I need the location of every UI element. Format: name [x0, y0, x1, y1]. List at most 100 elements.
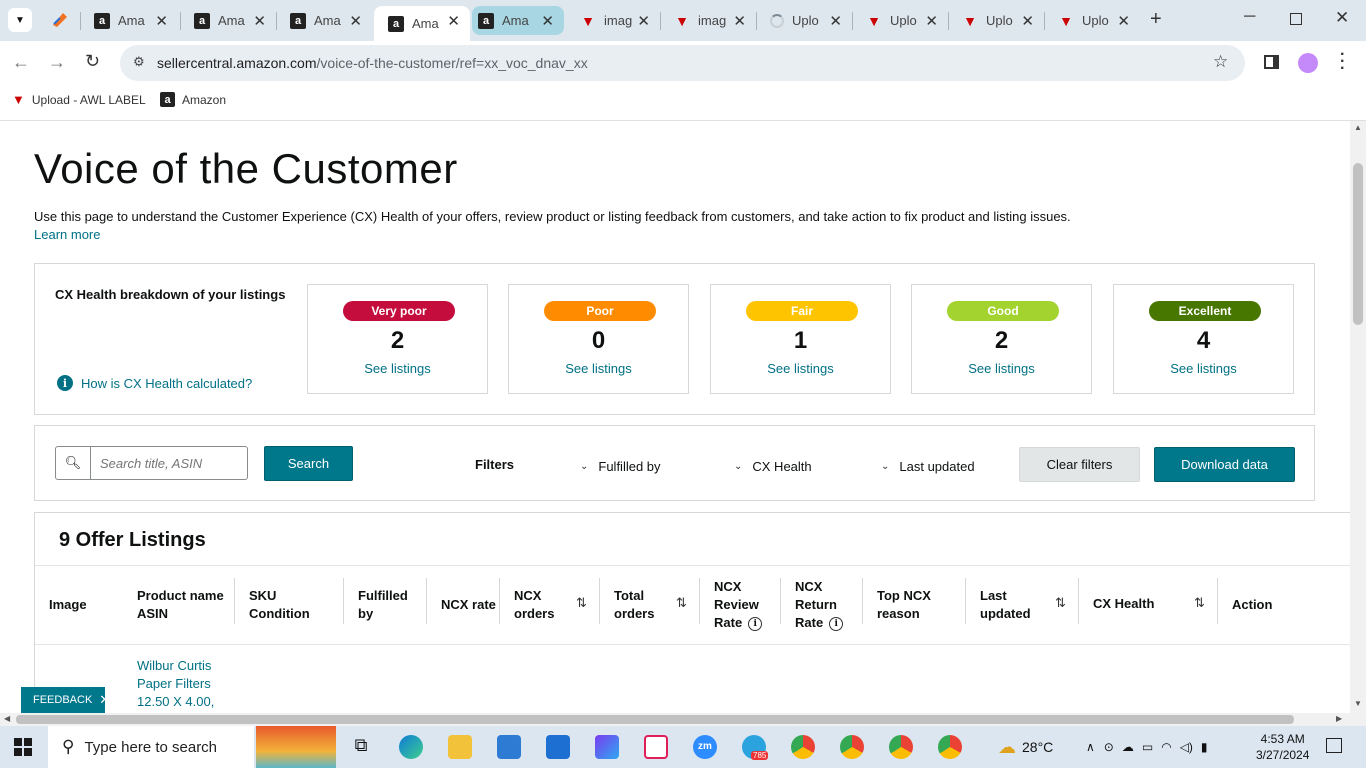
- browser-tab-grouped[interactable]: a Ama ✕: [472, 6, 564, 35]
- search-input[interactable]: [92, 447, 247, 479]
- browser-tab[interactable]: a Ama ✕: [80, 6, 178, 35]
- weather-icon[interactable]: ☁: [998, 737, 1016, 758]
- close-icon[interactable]: ✕: [447, 12, 460, 30]
- product-name-link[interactable]: Wilbur Curtis Paper Filters 12.50 X 4.00…: [137, 657, 227, 711]
- browser-tab[interactable]: Uplo ✕: [756, 6, 852, 35]
- sort-icon[interactable]: ⇅: [1194, 595, 1205, 611]
- file-explorer-icon[interactable]: [448, 735, 472, 759]
- zoom-icon[interactable]: zm: [693, 735, 717, 759]
- slack-icon[interactable]: [644, 735, 668, 759]
- microphone-icon[interactable]: ▮: [1201, 740, 1208, 754]
- weather-temperature[interactable]: 28°C: [1022, 739, 1053, 755]
- close-icon[interactable]: ✕: [99, 692, 110, 708]
- scroll-down-icon[interactable]: ▼: [1354, 699, 1362, 708]
- chrome-icon[interactable]: [791, 735, 815, 759]
- close-icon[interactable]: ✕: [349, 12, 362, 30]
- mail-icon[interactable]: [546, 735, 570, 759]
- browser-tab[interactable]: ▼ Uplo ✕: [852, 6, 948, 35]
- browser-tab[interactable]: ▼ Uplo ✕: [948, 6, 1044, 35]
- menu-button[interactable]: · · ·: [1340, 47, 1345, 77]
- chevron-up-icon[interactable]: ∧: [1086, 740, 1095, 754]
- see-listings-link[interactable]: See listings: [509, 361, 688, 376]
- close-icon[interactable]: ✕: [733, 12, 746, 30]
- close-icon[interactable]: ✕: [155, 12, 168, 30]
- search-button[interactable]: Search: [264, 446, 353, 481]
- address-bar[interactable]: ⚙ sellercentral.amazon.com/voice-of-the-…: [120, 45, 1245, 81]
- chrome-icon[interactable]: [938, 735, 962, 759]
- close-icon[interactable]: ✕: [1021, 12, 1034, 30]
- status-badge: Fair: [746, 301, 858, 321]
- learn-more-link[interactable]: Learn more: [34, 227, 100, 242]
- info-icon[interactable]: i: [748, 616, 763, 631]
- close-icon[interactable]: ✕: [253, 12, 266, 30]
- close-icon[interactable]: ✕: [541, 12, 554, 30]
- notifications-icon[interactable]: [1326, 738, 1342, 753]
- wifi-icon[interactable]: ◠: [1161, 740, 1171, 754]
- close-icon[interactable]: ✕: [1117, 12, 1130, 30]
- meet-now-icon[interactable]: ⊙: [1104, 740, 1114, 754]
- copilot-icon[interactable]: [595, 735, 619, 759]
- site-settings-icon[interactable]: ⚙: [133, 54, 145, 70]
- task-view-icon[interactable]: ⧉: [349, 735, 373, 759]
- microsoft-store-icon[interactable]: [497, 735, 521, 759]
- taskbar-search[interactable]: ⚲ Type here to search: [48, 726, 254, 768]
- bookmark-star-icon[interactable]: ☆: [1213, 52, 1228, 72]
- last-updated-dropdown[interactable]: ⌄ Last updated: [881, 459, 975, 474]
- scrollbar-thumb[interactable]: [16, 715, 1294, 724]
- chrome-icon[interactable]: [840, 735, 864, 759]
- side-panel-button[interactable]: [1264, 55, 1279, 69]
- browser-tab-active[interactable]: a Ama ✕: [374, 6, 470, 41]
- minimize-button[interactable]: ─: [1244, 8, 1255, 26]
- chrome-icon[interactable]: [889, 735, 913, 759]
- column-header-ncx-orders[interactable]: NCX orders: [514, 587, 554, 623]
- bookmark-item[interactable]: ▼ Upload - AWL LABEL: [12, 92, 146, 107]
- bookmark-item[interactable]: a Amazon: [160, 92, 226, 107]
- battery-icon[interactable]: ▭: [1142, 740, 1153, 754]
- browser-tab[interactable]: a Ama ✕: [180, 6, 276, 35]
- see-listings-link[interactable]: See listings: [711, 361, 890, 376]
- browser-tab[interactable]: ▼ imag ✕: [660, 6, 756, 35]
- browser-tab[interactable]: a Ama ✕: [276, 6, 372, 35]
- back-button[interactable]: ←: [12, 52, 30, 73]
- scroll-left-icon[interactable]: ◀: [4, 714, 10, 723]
- scroll-up-icon[interactable]: ▲: [1354, 123, 1362, 132]
- clear-filters-button[interactable]: Clear filters: [1019, 447, 1140, 482]
- start-button[interactable]: [14, 738, 32, 756]
- close-icon[interactable]: ✕: [829, 12, 842, 30]
- vertical-scrollbar[interactable]: ▲ ▼: [1350, 121, 1366, 713]
- profile-avatar[interactable]: [1298, 53, 1318, 73]
- info-icon[interactable]: i: [829, 616, 844, 631]
- sort-icon[interactable]: ⇅: [576, 595, 587, 611]
- see-listings-link[interactable]: See listings: [1114, 361, 1293, 376]
- browser-tab[interactable]: ▼ Uplo ✕: [1044, 6, 1140, 35]
- see-listings-link[interactable]: See listings: [912, 361, 1091, 376]
- onedrive-icon[interactable]: ☁: [1122, 740, 1134, 754]
- cx-health-help-link[interactable]: i How is CX Health calculated?: [57, 375, 252, 391]
- column-header-last-updated[interactable]: Last updated: [980, 587, 1031, 623]
- edge-icon[interactable]: [399, 735, 423, 759]
- column-header-total-orders[interactable]: Total orders: [614, 587, 654, 623]
- scrollbar-thumb[interactable]: [1353, 163, 1363, 325]
- close-window-button[interactable]: ✕: [1335, 8, 1349, 28]
- scroll-right-icon[interactable]: ▶: [1336, 714, 1342, 723]
- cx-health-dropdown[interactable]: ⌄ CX Health: [734, 459, 812, 474]
- pinned-tab[interactable]: [50, 10, 70, 30]
- clock[interactable]: 4:53 AM 3/27/2024: [1256, 731, 1309, 763]
- feedback-button[interactable]: FEEDBACK ✕: [21, 687, 110, 713]
- close-icon[interactable]: ✕: [637, 12, 650, 30]
- see-listings-link[interactable]: See listings: [308, 361, 487, 376]
- fulfilled-by-dropdown[interactable]: ⌄ Fulfilled by: [580, 459, 661, 474]
- column-header-cx-health[interactable]: CX Health: [1093, 595, 1154, 613]
- close-icon[interactable]: ✕: [925, 12, 938, 30]
- volume-icon[interactable]: ◁): [1180, 740, 1193, 754]
- horizontal-scrollbar[interactable]: ◀ ▶: [0, 713, 1366, 726]
- sort-icon[interactable]: ⇅: [1055, 595, 1066, 611]
- browser-tab[interactable]: ▼ imag ✕: [566, 6, 660, 35]
- forward-button[interactable]: →: [48, 52, 66, 73]
- tab-search-button[interactable]: ▼: [8, 8, 32, 32]
- download-data-button[interactable]: Download data: [1154, 447, 1295, 482]
- new-tab-button[interactable]: +: [1150, 8, 1162, 31]
- restore-button[interactable]: [1290, 13, 1302, 25]
- reload-button[interactable]: ↻: [85, 51, 100, 72]
- sort-icon[interactable]: ⇅: [676, 595, 687, 611]
